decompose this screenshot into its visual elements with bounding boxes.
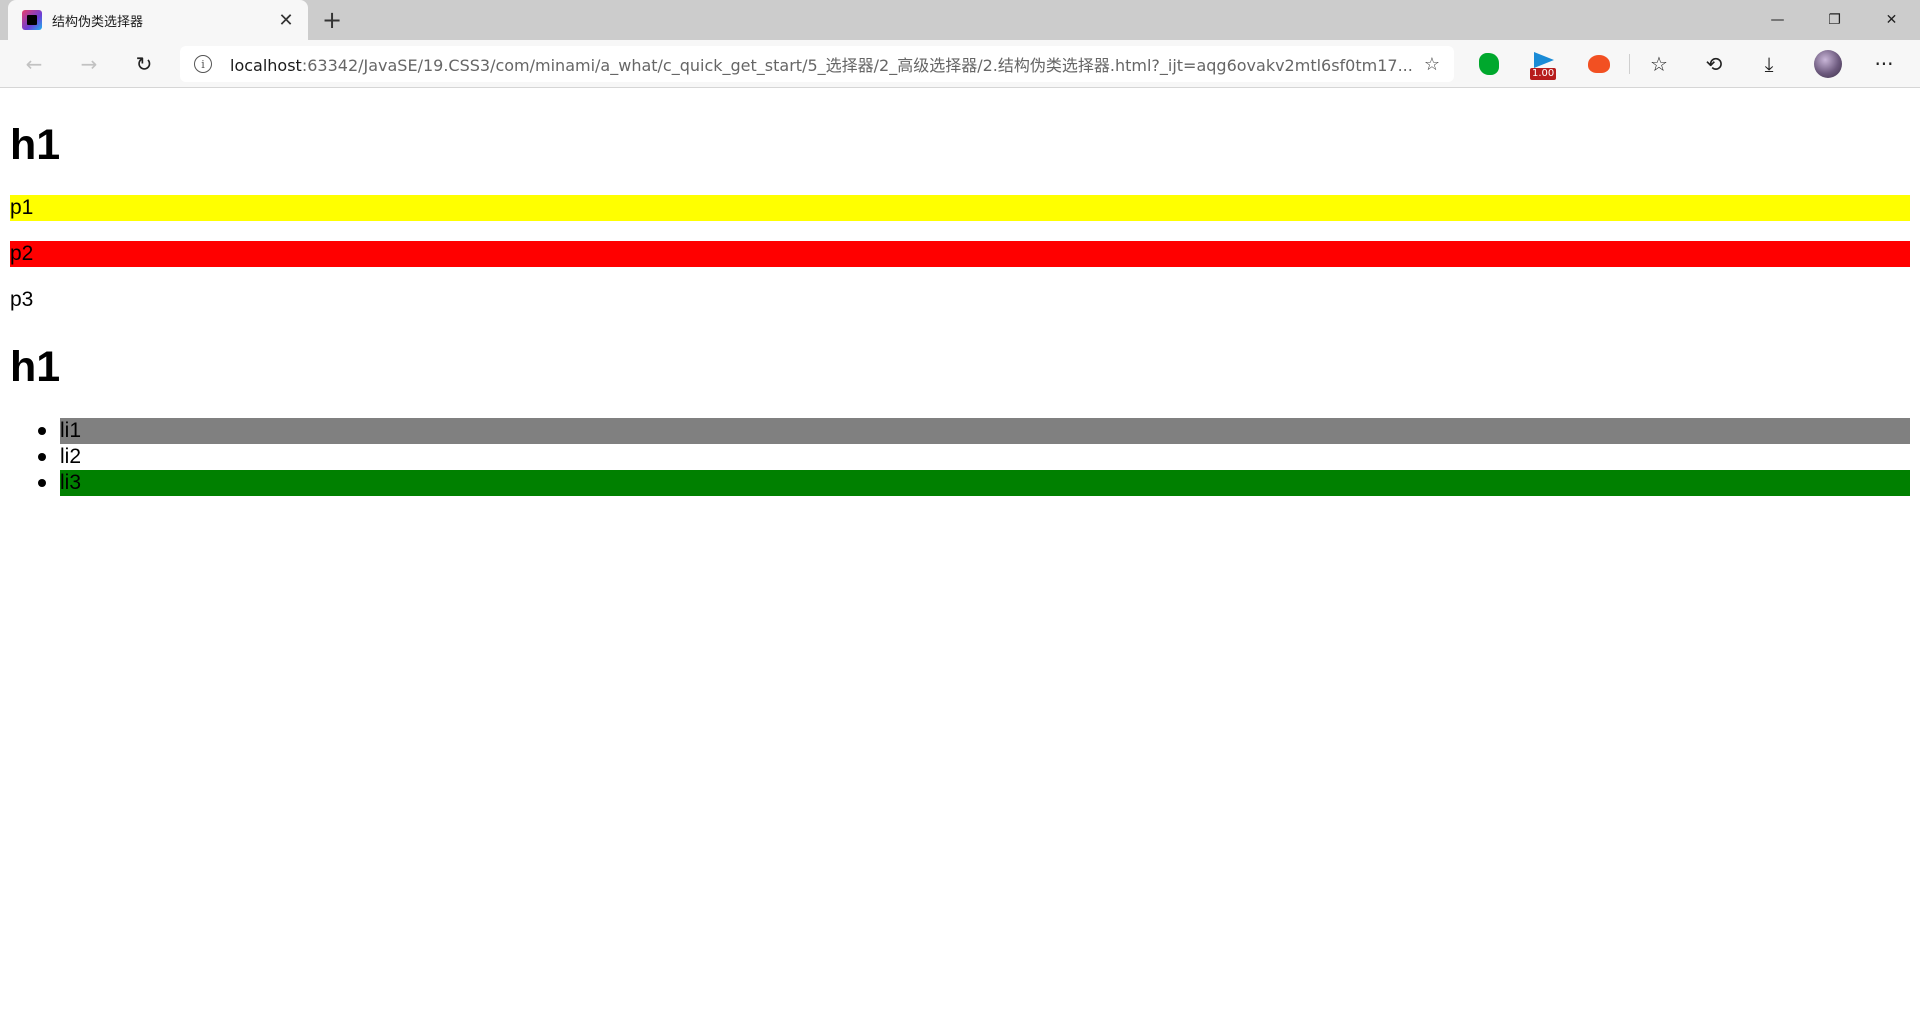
tab-strip: 结构伪类选择器 ✕ + — ❐ ✕ xyxy=(0,0,1920,40)
tab-title: 结构伪类选择器 xyxy=(52,14,144,30)
back-button[interactable]: ← xyxy=(18,48,50,80)
more-menu-icon[interactable]: ··· xyxy=(1868,48,1900,80)
list-item-li1: li1 xyxy=(60,418,1910,444)
profile-avatar[interactable] xyxy=(1814,50,1842,78)
toolbar-divider xyxy=(1629,54,1630,74)
player-badge: 1.00 xyxy=(1530,68,1557,80)
info-icon[interactable]: i xyxy=(194,55,212,73)
orange-logo-icon xyxy=(1588,55,1610,73)
player-extension-icon[interactable]: 1.00 xyxy=(1530,50,1558,80)
heading-second: h1 xyxy=(10,343,61,391)
intellij-favicon-icon xyxy=(22,10,42,30)
orange-extension-icon[interactable] xyxy=(1585,50,1613,78)
add-favorite-icon[interactable]: ☆ xyxy=(1414,46,1450,82)
close-tab-icon[interactable]: ✕ xyxy=(272,6,300,34)
window-controls: — ❐ ✕ xyxy=(1749,0,1920,40)
paragraph-p3: p3 xyxy=(10,288,34,311)
close-window-button[interactable]: ✕ xyxy=(1863,0,1920,40)
browser-toolbar: ← → ↻ i localhost:63342/JavaSE/19.CSS3/c… xyxy=(0,40,1920,88)
browser-tab[interactable]: 结构伪类选择器 ✕ xyxy=(8,0,308,40)
favorites-icon[interactable]: ☆ xyxy=(1643,48,1675,80)
url-text[interactable]: localhost:63342/JavaSE/19.CSS3/com/minam… xyxy=(230,52,1414,76)
forward-button[interactable]: → xyxy=(73,48,105,80)
history-icon[interactable]: ⟲ xyxy=(1698,48,1730,80)
paragraph-p2: p2 xyxy=(10,241,1910,267)
address-bar[interactable]: i localhost:63342/JavaSE/19.CSS3/com/min… xyxy=(180,46,1454,82)
url-path: :63342/JavaSE/19.CSS3/com/minami/a_what/… xyxy=(301,56,1413,75)
heading-first: h1 xyxy=(10,121,61,169)
list-bullet xyxy=(38,453,46,461)
paragraph-p1: p1 xyxy=(10,195,1910,221)
reload-button[interactable]: ↻ xyxy=(128,48,160,80)
download-icon[interactable]: ⤓ xyxy=(1753,48,1785,80)
minimize-button[interactable]: — xyxy=(1749,0,1806,40)
url-host: localhost xyxy=(230,56,302,75)
player-logo-icon: 1.00 xyxy=(1530,50,1558,80)
list-item-li2: li2 xyxy=(60,445,82,468)
page-content: h1 p1 p2 p3 h1 li1 li2 li3 xyxy=(0,89,1920,1030)
list-bullet xyxy=(38,427,46,435)
restore-button[interactable]: ❐ xyxy=(1806,0,1863,40)
list-bullet xyxy=(38,479,46,487)
new-tab-button[interactable]: + xyxy=(318,6,346,34)
list-item-li3: li3 xyxy=(60,470,1910,496)
evernote-logo-icon xyxy=(1479,53,1499,75)
evernote-extension-icon[interactable] xyxy=(1475,50,1503,78)
